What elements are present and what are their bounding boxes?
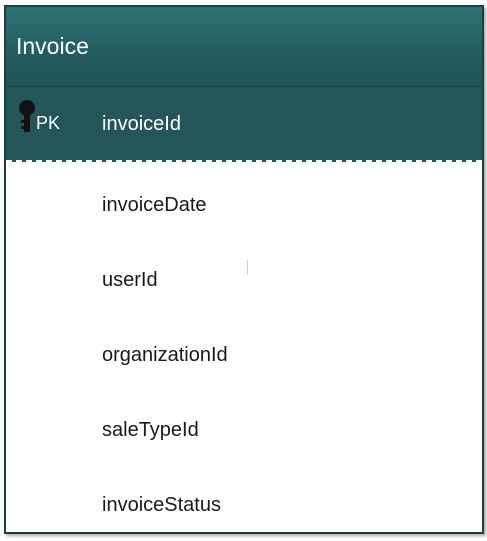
key-icon xyxy=(19,100,35,132)
invoice-entity[interactable]: Invoice PK invoiceId invoiceDate userId … xyxy=(4,5,484,534)
field-userid: userId xyxy=(102,269,158,291)
text-cursor xyxy=(247,260,248,275)
field-organizationid: organizationId xyxy=(102,344,228,366)
field-saletypeid: saleTypeId xyxy=(102,419,199,441)
entity-header[interactable]: Invoice xyxy=(6,7,482,87)
pk-badge: PK xyxy=(36,113,61,133)
field-invoiceid: invoiceId xyxy=(102,113,181,135)
field-invoicestatus: invoiceStatus xyxy=(102,494,221,516)
primary-key-row[interactable]: PK invoiceId xyxy=(6,87,482,162)
field-invoicedate: invoiceDate xyxy=(102,194,207,216)
entity-title: Invoice xyxy=(16,33,89,59)
